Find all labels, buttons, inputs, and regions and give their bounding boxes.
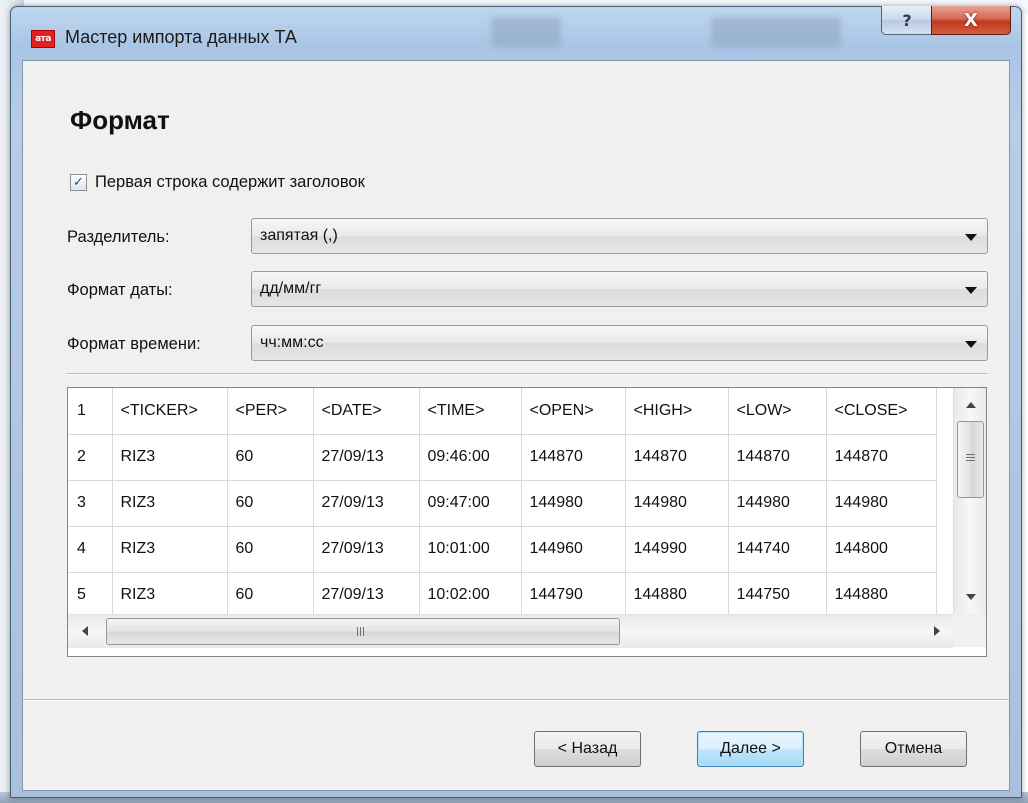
table-row[interactable]: 3 RIZ3 60 27/09/13 09:47:00 144980 144980 14498… bbox=[68, 480, 937, 527]
background-blur bbox=[491, 17, 561, 47]
table-cell[interactable]: 09:47:00 bbox=[419, 480, 522, 527]
table-cell[interactable]: RIZ3 bbox=[112, 434, 228, 481]
table-cell[interactable]: 27/09/13 bbox=[313, 526, 420, 573]
table-cell[interactable]: 144980 bbox=[521, 480, 626, 527]
table-cell[interactable]: 60 bbox=[227, 572, 314, 619]
back-button[interactable]: < Назад bbox=[534, 731, 641, 767]
table-cell[interactable]: 144880 bbox=[826, 572, 937, 619]
table-cell[interactable]: <LOW> bbox=[728, 388, 827, 435]
vertical-scroll-thumb[interactable] bbox=[957, 421, 984, 498]
table-cell[interactable]: 27/09/13 bbox=[313, 480, 420, 527]
table-cell[interactable]: 144990 bbox=[625, 526, 729, 573]
cancel-button[interactable]: Отмена bbox=[860, 731, 967, 767]
date-format-dropdown[interactable]: дд/мм/гг bbox=[251, 271, 988, 307]
scroll-down-icon[interactable] bbox=[966, 594, 976, 600]
date-format-row: Формат даты: bbox=[67, 281, 248, 300]
scroll-right-icon[interactable] bbox=[934, 626, 940, 636]
time-format-dropdown[interactable]: чч:мм:сс bbox=[251, 325, 988, 361]
table-cell[interactable]: <HIGH> bbox=[625, 388, 729, 435]
table-cell[interactable]: <PER> bbox=[227, 388, 314, 435]
table-cell[interactable]: <CLOSE> bbox=[826, 388, 937, 435]
section-divider bbox=[67, 373, 987, 375]
preview-table: 1 <TICKER> <PER> <DATE> <TIME> <OPEN> <HIGH> <L… bbox=[68, 388, 937, 619]
next-button[interactable]: Далее > bbox=[697, 731, 804, 767]
table-cell[interactable]: 144740 bbox=[728, 526, 827, 573]
date-format-label: Формат даты: bbox=[67, 281, 173, 299]
table-header-row[interactable]: 1 <TICKER> <PER> <DATE> <TIME> <OPEN> <HIGH> <L… bbox=[68, 388, 937, 435]
table-cell[interactable]: 144980 bbox=[728, 480, 827, 527]
table-cell[interactable]: 60 bbox=[227, 526, 314, 573]
table-cell[interactable]: 60 bbox=[227, 480, 314, 527]
table-cell[interactable]: 144800 bbox=[826, 526, 937, 573]
window-title: Мастер импорта данных ТА bbox=[65, 27, 297, 47]
table-cell[interactable]: RIZ3 bbox=[112, 480, 228, 527]
table-cell[interactable]: <TIME> bbox=[419, 388, 522, 435]
header-row-option[interactable]: ✓ Первая строка содержит заголовок bbox=[70, 173, 365, 192]
table-row[interactable]: 4 RIZ3 60 27/09/13 10:01:00 144960 144990 14474… bbox=[68, 526, 937, 573]
checkmark-icon: ✓ bbox=[73, 175, 84, 190]
table-cell[interactable]: 10:02:00 bbox=[419, 572, 522, 619]
table-row[interactable]: 2 RIZ3 60 27/09/13 09:46:00 144870 144870 14487… bbox=[68, 434, 937, 481]
row-number-cell[interactable]: 4 bbox=[68, 526, 113, 573]
dropdown-arrow-icon bbox=[965, 287, 977, 294]
table-cell[interactable]: RIZ3 bbox=[112, 526, 228, 573]
scrollbar-corner bbox=[953, 614, 986, 647]
separator-row: Разделитель: bbox=[67, 228, 248, 247]
app-icon: ата bbox=[31, 30, 55, 48]
help-button[interactable]: ? bbox=[881, 6, 933, 35]
table-cell[interactable]: 60 bbox=[227, 434, 314, 481]
close-icon: X bbox=[964, 9, 978, 31]
table-cell[interactable]: 09:46:00 bbox=[419, 434, 522, 481]
horizontal-scrollbar[interactable] bbox=[68, 614, 953, 648]
table-cell[interactable]: 144750 bbox=[728, 572, 827, 619]
table-cell[interactable]: 27/09/13 bbox=[313, 572, 420, 619]
table-cell[interactable]: <TICKER> bbox=[112, 388, 228, 435]
table-row[interactable]: 5 RIZ3 60 27/09/13 10:02:00 144790 144880 14475… bbox=[68, 572, 937, 619]
title-bar[interactable]: ата Мастер импорта данных ТА ? X bbox=[11, 6, 1021, 59]
table-cell[interactable]: <OPEN> bbox=[521, 388, 626, 435]
dropdown-arrow-icon bbox=[965, 341, 977, 348]
background-blur bbox=[711, 17, 841, 47]
date-format-value: дд/мм/гг bbox=[260, 280, 322, 297]
table-cell[interactable]: 144880 bbox=[625, 572, 729, 619]
close-button[interactable]: X bbox=[931, 6, 1011, 35]
table-cell[interactable]: <DATE> bbox=[313, 388, 420, 435]
row-number-cell[interactable]: 1 bbox=[68, 388, 113, 435]
page-title: Формат bbox=[70, 105, 170, 135]
dropdown-arrow-icon bbox=[965, 234, 977, 241]
table-cell[interactable]: 144790 bbox=[521, 572, 626, 619]
time-format-value: чч:мм:сс bbox=[260, 334, 324, 351]
table-cell[interactable]: 144960 bbox=[521, 526, 626, 573]
row-number-cell[interactable]: 2 bbox=[68, 434, 113, 481]
footer-divider bbox=[23, 699, 1009, 701]
separator-label: Разделитель: bbox=[67, 228, 170, 246]
table-cell[interactable]: RIZ3 bbox=[112, 572, 228, 619]
scroll-up-icon[interactable] bbox=[966, 402, 976, 408]
horizontal-scroll-thumb[interactable] bbox=[106, 618, 620, 645]
table-cell[interactable]: 144870 bbox=[826, 434, 937, 481]
data-preview-grid[interactable]: 1 <TICKER> <PER> <DATE> <TIME> <OPEN> <HIGH> <L… bbox=[67, 387, 987, 657]
table-cell[interactable]: 144980 bbox=[826, 480, 937, 527]
row-number-cell[interactable]: 3 bbox=[68, 480, 113, 527]
header-row-checkbox[interactable]: ✓ bbox=[70, 174, 87, 191]
dialog-client-area: Формат ✓ Первая строка содержит заголово… bbox=[22, 60, 1010, 791]
table-cell[interactable]: 27/09/13 bbox=[313, 434, 420, 481]
vertical-scrollbar[interactable] bbox=[953, 388, 986, 614]
header-row-checkbox-label[interactable]: Первая строка содержит заголовок bbox=[95, 173, 365, 192]
separator-value: запятая (,) bbox=[260, 227, 338, 244]
table-cell[interactable]: 144980 bbox=[625, 480, 729, 527]
help-icon: ? bbox=[902, 10, 912, 30]
table-cell[interactable]: 144870 bbox=[521, 434, 626, 481]
time-format-label: Формат времени: bbox=[67, 335, 201, 353]
import-wizard-dialog: ата Мастер импорта данных ТА ? X Формат … bbox=[10, 6, 1022, 798]
table-cell[interactable]: 144870 bbox=[728, 434, 827, 481]
row-number-cell[interactable]: 5 bbox=[68, 572, 113, 619]
separator-dropdown[interactable]: запятая (,) bbox=[251, 218, 988, 254]
table-cell[interactable]: 144870 bbox=[625, 434, 729, 481]
scroll-left-icon[interactable] bbox=[82, 626, 88, 636]
time-format-row: Формат времени: bbox=[67, 335, 248, 354]
table-cell[interactable]: 10:01:00 bbox=[419, 526, 522, 573]
